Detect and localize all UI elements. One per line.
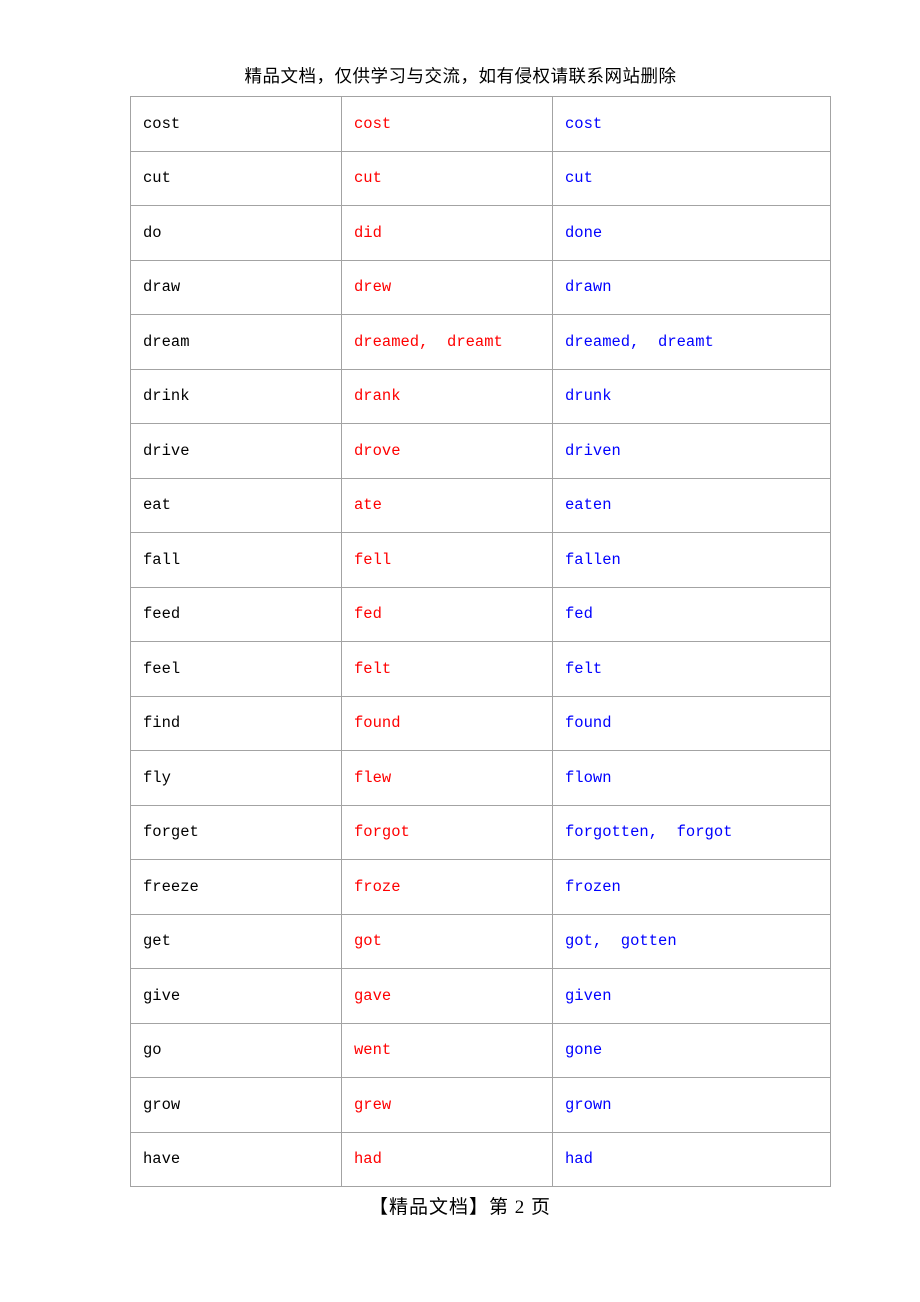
table-row: get got got, gotten: [130, 913, 831, 969]
cell-past-participle: had: [552, 1131, 831, 1187]
cell-past-participle: gone: [552, 1022, 831, 1078]
cell-past-participle: fallen: [552, 532, 831, 588]
cell-base-form: freeze: [130, 859, 342, 915]
cell-base-form: drive: [130, 423, 342, 479]
cell-past-simple: froze: [341, 859, 553, 915]
cell-past-participle: felt: [552, 641, 831, 697]
cell-past-simple: did: [341, 205, 553, 261]
cell-past-simple: had: [341, 1131, 553, 1187]
cell-past-participle: drawn: [552, 259, 831, 315]
table-row: forget forgot forgotten, forgot: [130, 804, 831, 860]
cell-past-participle: cut: [552, 150, 831, 206]
table-row: do did done: [130, 205, 831, 261]
cell-past-simple: went: [341, 1022, 553, 1078]
table-body: cost cost cost cut cut cut do did done draw drew dr…: [130, 96, 831, 1187]
table-row: have had had: [130, 1131, 831, 1187]
table-row: find found found: [130, 695, 831, 751]
cell-past-simple: grew: [341, 1077, 553, 1133]
cell-base-form: feel: [130, 641, 342, 697]
table-row: go went gone: [130, 1022, 831, 1078]
table-row: draw drew drawn: [130, 259, 831, 315]
cell-base-form: give: [130, 968, 342, 1024]
cell-past-simple: found: [341, 695, 553, 751]
cell-past-simple: flew: [341, 750, 553, 806]
table-row: give gave given: [130, 968, 831, 1024]
cell-base-form: feed: [130, 586, 342, 642]
cell-past-participle: eaten: [552, 477, 831, 533]
cell-base-form: fly: [130, 750, 342, 806]
cell-base-form: get: [130, 913, 342, 969]
cell-base-form: do: [130, 205, 342, 261]
table-row: feel felt felt: [130, 641, 831, 697]
cell-past-simple: drove: [341, 423, 553, 479]
cell-base-form: have: [130, 1131, 342, 1187]
cell-base-form: find: [130, 695, 342, 751]
cell-past-participle: drunk: [552, 368, 831, 424]
table-row: drink drank drunk: [130, 368, 831, 424]
table-row: cut cut cut: [130, 150, 831, 206]
cell-past-participle: flown: [552, 750, 831, 806]
cell-past-participle: found: [552, 695, 831, 751]
cell-past-participle: fed: [552, 586, 831, 642]
cell-past-simple: cost: [341, 96, 553, 152]
table-row: fly flew flown: [130, 750, 831, 806]
table-row: freeze froze frozen: [130, 859, 831, 915]
cell-past-simple: fed: [341, 586, 553, 642]
cell-past-participle: given: [552, 968, 831, 1024]
page-footer: 【精品文档】第 2 页: [368, 1197, 551, 1218]
cell-past-simple: fell: [341, 532, 553, 588]
cell-base-form: drink: [130, 368, 342, 424]
cell-past-simple: forgot: [341, 804, 553, 860]
cell-base-form: cut: [130, 150, 342, 206]
cell-base-form: eat: [130, 477, 342, 533]
cell-past-participle: frozen: [552, 859, 831, 915]
cell-past-simple: got: [341, 913, 553, 969]
irregular-verbs-table: cost cost cost cut cut cut do did done draw drew dr…: [130, 96, 831, 1187]
cell-past-participle: driven: [552, 423, 831, 479]
table-row: cost cost cost: [130, 96, 831, 152]
cell-base-form: dream: [130, 314, 342, 370]
cell-past-simple: dreamed, dreamt: [341, 314, 553, 370]
cell-past-simple: cut: [341, 150, 553, 206]
cell-past-simple: felt: [341, 641, 553, 697]
cell-base-form: go: [130, 1022, 342, 1078]
table-row: fall fell fallen: [130, 532, 831, 588]
cell-past-participle: dreamed, dreamt: [552, 314, 831, 370]
cell-past-participle: forgotten, forgot: [552, 804, 831, 860]
cell-past-participle: cost: [552, 96, 831, 152]
cell-past-simple: drank: [341, 368, 553, 424]
cell-past-simple: drew: [341, 259, 553, 315]
page-header-notice: 精品文档，仅供学习与交流，如有侵权请联系网站删除: [244, 66, 677, 86]
cell-base-form: cost: [130, 96, 342, 152]
table-row: feed fed fed: [130, 586, 831, 642]
table-row: eat ate eaten: [130, 477, 831, 533]
cell-base-form: forget: [130, 804, 342, 860]
cell-past-simple: ate: [341, 477, 553, 533]
cell-past-participle: got, gotten: [552, 913, 831, 969]
table-row: dream dreamed, dreamt dreamed, dreamt: [130, 314, 831, 370]
cell-past-participle: grown: [552, 1077, 831, 1133]
cell-past-participle: done: [552, 205, 831, 261]
cell-past-simple: gave: [341, 968, 553, 1024]
cell-base-form: draw: [130, 259, 342, 315]
table-row: drive drove driven: [130, 423, 831, 479]
cell-base-form: grow: [130, 1077, 342, 1133]
table-row: grow grew grown: [130, 1077, 831, 1133]
document-page: 精品文档，仅供学习与交流，如有侵权请联系网站删除 cost cost cost cut…: [0, 0, 920, 1302]
cell-base-form: fall: [130, 532, 342, 588]
